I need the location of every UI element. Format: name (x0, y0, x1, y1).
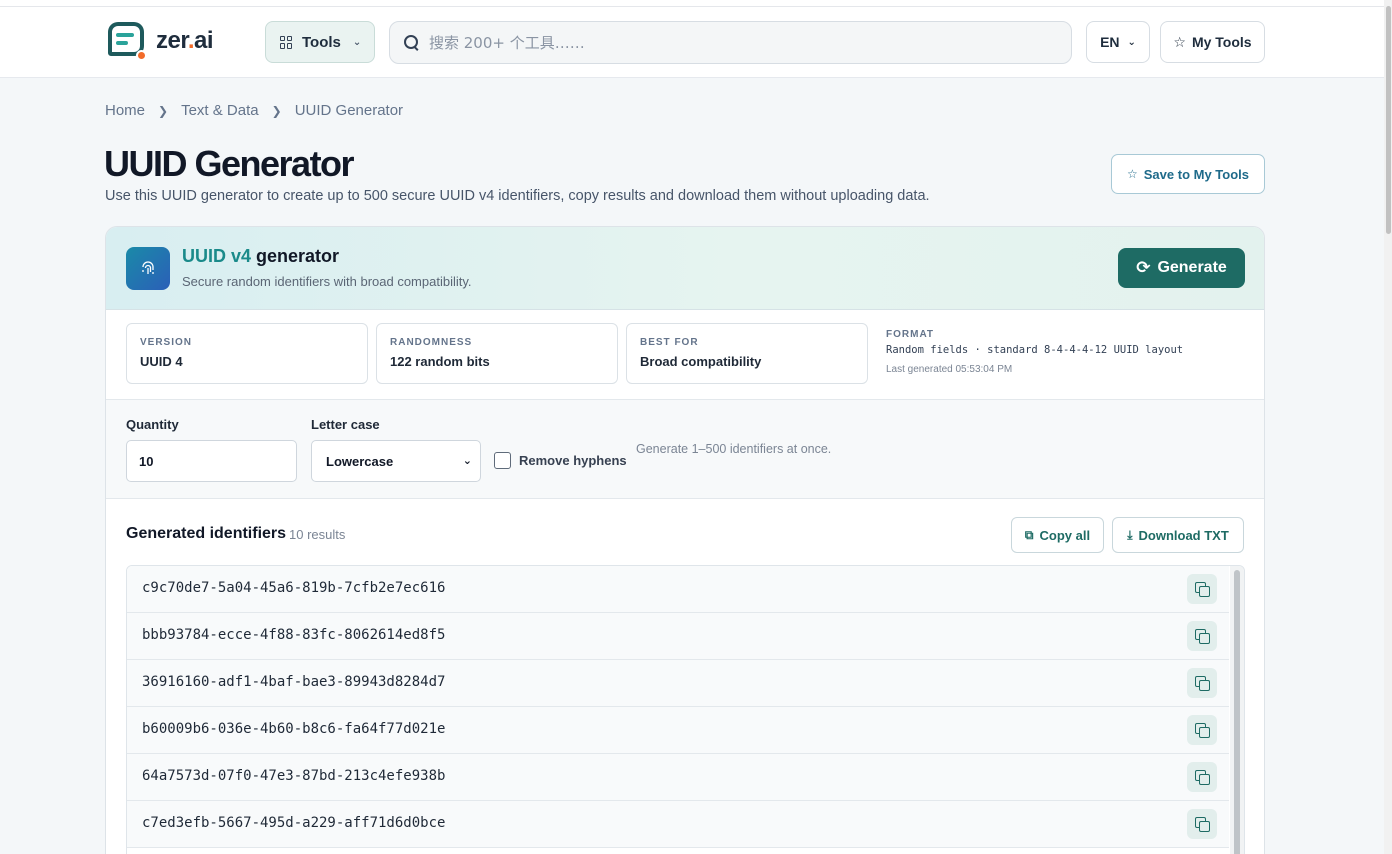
star-icon: ☆ (1127, 167, 1138, 181)
search-bar[interactable] (389, 21, 1072, 64)
language-label: EN (1100, 34, 1120, 50)
copy-row-button[interactable] (1187, 715, 1217, 745)
search-icon (404, 35, 419, 50)
my-tools-label: My Tools (1191, 34, 1252, 50)
generator-card: UUID v4 generator Secure random identifi… (105, 226, 1265, 854)
copy-icon (1195, 817, 1210, 832)
remove-hyphens-checkbox[interactable] (494, 452, 511, 469)
copy-row-button[interactable] (1187, 574, 1217, 604)
list-item: bbb93784-ecce-4f88-83fc-8062614ed8f5 (127, 613, 1229, 660)
uuid-value: bbb93784-ecce-4f88-83fc-8062614ed8f5 (142, 627, 446, 643)
format-box: FORMAT Random fields · standard 8-4-4-4-… (886, 329, 1183, 375)
search-input[interactable] (429, 33, 1029, 52)
results-header: Generated identifiers 10 results ⧉ Copy … (106, 499, 1264, 565)
tools-label: Tools (302, 33, 341, 51)
best-for-box: BEST FOR Broad compatibility (626, 323, 868, 384)
letter-case-value: Lowercase (326, 453, 394, 469)
list-item: b60009b6-036e-4b60-b8c6-fa64f77d021e (127, 707, 1229, 754)
copy-icon (1195, 582, 1210, 597)
list-item: 64a7573d-07f0-47e3-87bd-213c4efe938b (127, 754, 1229, 801)
last-generated: Last generated 05:53:04 PM (886, 364, 1013, 375)
version-value: UUID 4 (140, 354, 183, 369)
copy-row-button[interactable] (1187, 809, 1217, 839)
save-label: Save to My Tools (1143, 166, 1249, 182)
language-selector[interactable]: EN ⌄ (1086, 21, 1150, 63)
generator-title: UUID v4 generator (182, 246, 340, 266)
copy-row-button[interactable] (1187, 668, 1217, 698)
results-count: 10 results (289, 527, 346, 542)
copy-row-button[interactable] (1187, 621, 1217, 651)
save-to-my-tools-button[interactable]: ☆ Save to My Tools (1111, 154, 1265, 194)
chevron-down-icon: ⌄ (1127, 36, 1136, 48)
breadcrumb-current: UUID Generator (294, 102, 404, 119)
copy-icon: ⧉ (1024, 527, 1034, 542)
quantity-input[interactable] (126, 440, 297, 482)
randomness-value: 122 random bits (390, 354, 490, 369)
breadcrumb: Home ❯ Text & Data ❯ UUID Generator (105, 102, 403, 119)
chevron-down-icon: ⌄ (352, 36, 362, 48)
logo-text: zer.ai (156, 27, 214, 54)
quantity-label: Quantity (126, 417, 179, 432)
my-tools-button[interactable]: ☆ My Tools (1160, 21, 1265, 63)
generate-label: Generate (1157, 259, 1227, 276)
generate-button[interactable]: ⟳ Generate (1118, 248, 1245, 288)
quantity-hint: Generate 1–500 identifiers at once. (636, 442, 832, 456)
breadcrumb-text-data[interactable]: Text & Data (181, 102, 259, 119)
copy-icon (1195, 629, 1210, 644)
generator-header: UUID v4 generator Secure random identifi… (106, 227, 1264, 310)
generator-subtitle: Secure random identifiers with broad com… (182, 274, 472, 289)
copy-icon (1195, 770, 1210, 785)
page-description: Use this UUID generator to create up to … (105, 188, 930, 204)
randomness-label: RANDOMNESS (390, 337, 473, 348)
page-title: UUID Generator (104, 143, 355, 184)
logo-mark-icon (106, 20, 148, 62)
list-item: c7ed3efb-5667-495d-a229-aff71d6d0bce (127, 801, 1229, 848)
grid-icon (280, 35, 293, 49)
letter-case-label: Letter case (311, 417, 380, 432)
refresh-icon: ⟳ (1136, 258, 1151, 277)
site-header: zer.ai Tools ⌄ EN ⌄ ☆ My Tools (0, 7, 1384, 78)
best-for-label: BEST FOR (640, 337, 699, 348)
chevron-down-icon: ⌄ (462, 455, 472, 467)
fingerprint-icon (126, 247, 170, 290)
window-top-strip (0, 0, 1392, 7)
best-for-value: Broad compatibility (640, 354, 762, 369)
meta-row: VERSION UUID 4 RANDOMNESS 122 random bit… (106, 310, 1264, 400)
uuid-list: c9c70de7-5a04-45a6-819b-7cfb2e7ec616 bbb… (126, 565, 1245, 854)
copy-icon (1195, 676, 1210, 691)
remove-hyphens-label[interactable]: Remove hyphens (519, 453, 627, 468)
randomness-box: RANDOMNESS 122 random bits (376, 323, 618, 384)
chevron-right-icon: ❯ (271, 103, 282, 118)
copy-all-label: Copy all (1039, 527, 1091, 543)
chevron-right-icon: ❯ (158, 103, 169, 118)
copy-icon (1195, 723, 1210, 738)
copy-row-button[interactable] (1187, 762, 1217, 792)
uuid-value: b60009b6-036e-4b60-b8c6-fa64f77d021e (142, 721, 446, 737)
version-box: VERSION UUID 4 (126, 323, 368, 384)
list-item: c9c70de7-5a04-45a6-819b-7cfb2e7ec616 (127, 566, 1229, 613)
site-logo[interactable]: zer.ai (106, 20, 214, 62)
breadcrumb-home[interactable]: Home (105, 102, 145, 119)
letter-case-select[interactable]: Lowercase ⌄ (311, 440, 481, 482)
controls-panel: Quantity Letter case Lowercase ⌄ Remove … (106, 400, 1264, 499)
uuid-value: c9c70de7-5a04-45a6-819b-7cfb2e7ec616 (142, 580, 446, 596)
list-item: 36916160-adf1-4baf-bae3-89943d8284d7 (127, 660, 1229, 707)
download-txt-button[interactable]: ⤓ Download TXT (1112, 517, 1244, 553)
format-value: Random fields · standard 8-4-4-4-12 UUID… (886, 344, 1184, 356)
download-label: Download TXT (1138, 527, 1229, 543)
download-icon: ⤓ (1127, 527, 1133, 542)
tools-menu-button[interactable]: Tools ⌄ (265, 21, 375, 63)
version-label: VERSION (140, 337, 193, 348)
list-scrollbar-thumb[interactable] (1234, 570, 1240, 854)
uuid-value: 64a7573d-07f0-47e3-87bd-213c4efe938b (142, 768, 446, 784)
uuid-value: 36916160-adf1-4baf-bae3-89943d8284d7 (142, 674, 446, 690)
uuid-value: c7ed3efb-5667-495d-a229-aff71d6d0bce (142, 815, 446, 831)
format-label: FORMAT (886, 329, 935, 340)
copy-all-button[interactable]: ⧉ Copy all (1011, 517, 1104, 553)
results-title: Generated identifiers (126, 525, 287, 542)
page-scrollbar-thumb[interactable] (1386, 6, 1391, 234)
star-icon: ☆ (1173, 33, 1186, 50)
